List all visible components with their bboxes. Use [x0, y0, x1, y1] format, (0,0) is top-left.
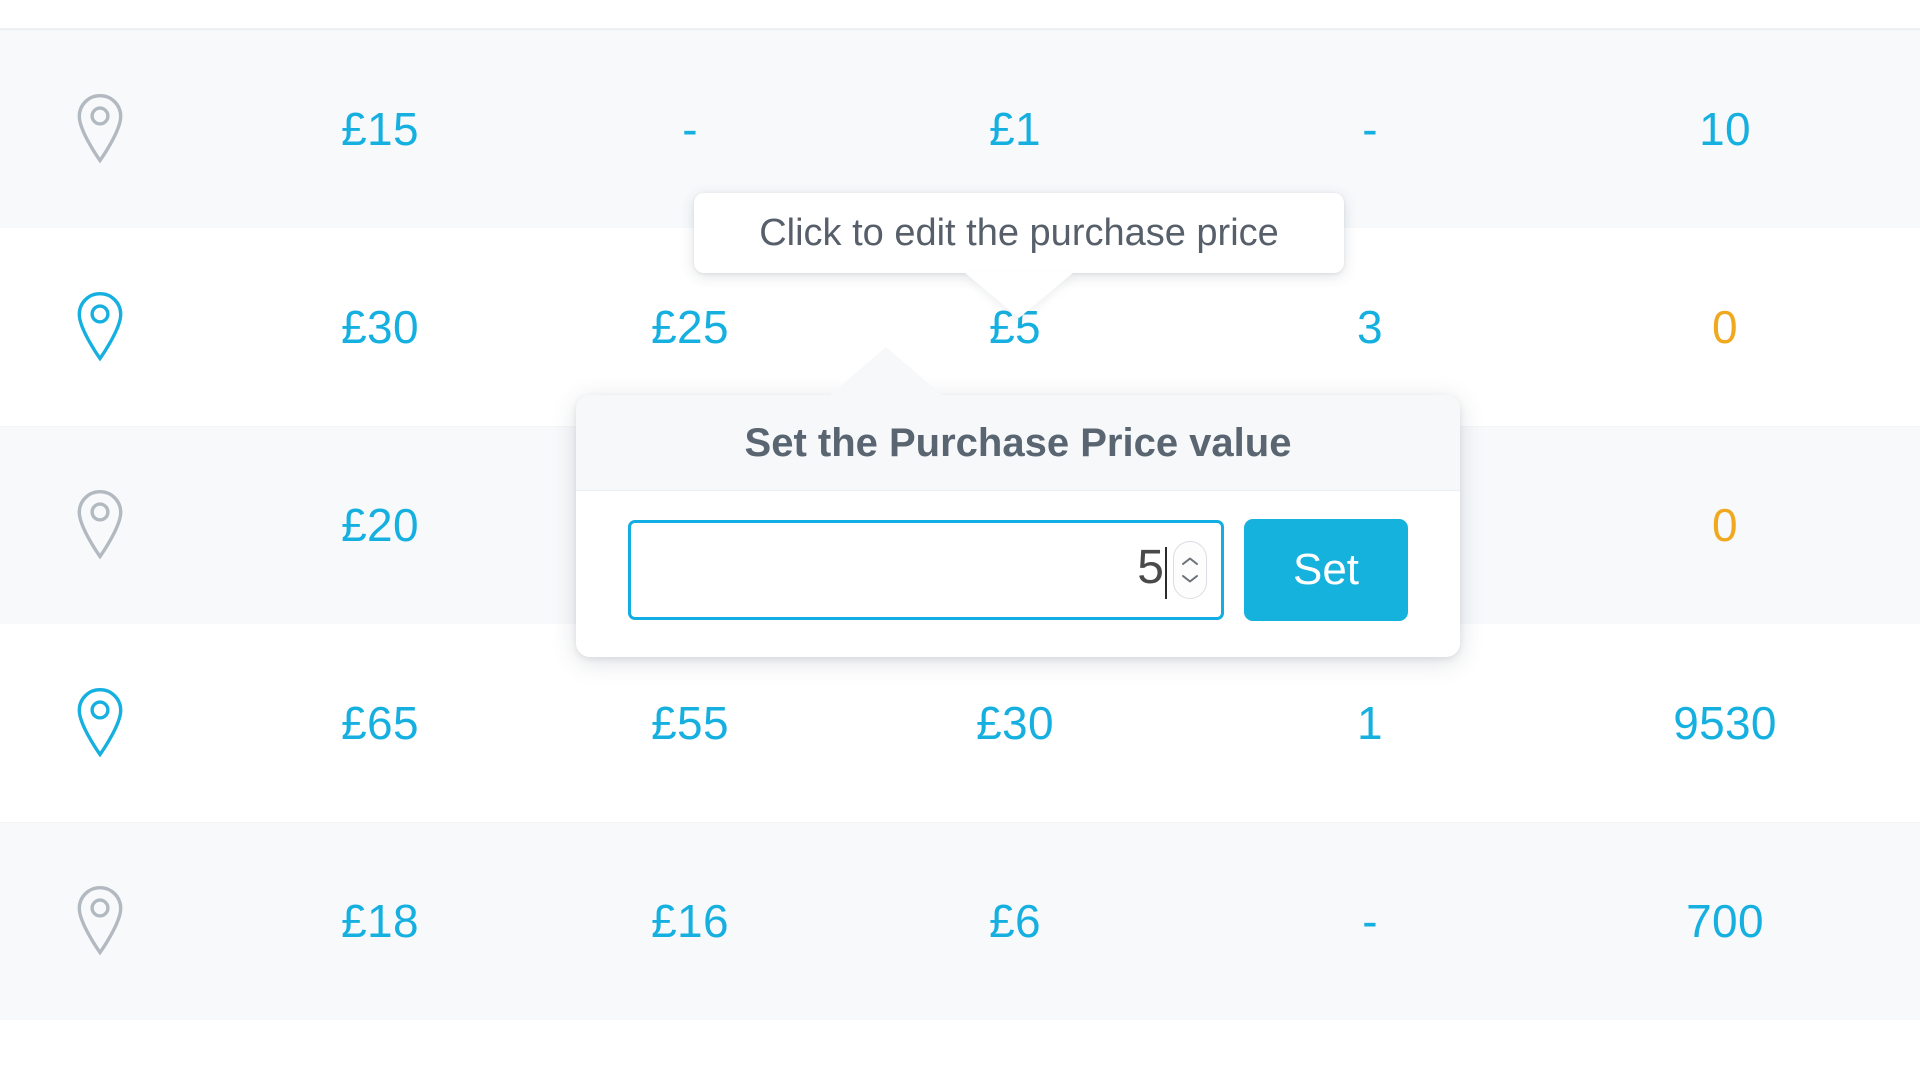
popover-arrow-icon — [830, 347, 942, 395]
popover-title: Set the Purchase Price value — [744, 421, 1292, 465]
cell-quantity[interactable]: 0 — [1530, 300, 1920, 354]
cell-purchase-price[interactable]: £30 — [820, 696, 1210, 750]
cell-quantity[interactable]: 10 — [1530, 102, 1920, 156]
number-stepper[interactable] — [1173, 541, 1207, 599]
purchase-price-input-value: 5 — [1137, 540, 1164, 594]
row-pin-cell[interactable] — [0, 93, 200, 165]
cell-col2[interactable]: £16 — [560, 894, 820, 948]
row-pin-cell[interactable] — [0, 489, 200, 561]
map-pin-icon[interactable] — [73, 93, 127, 165]
map-pin-icon[interactable] — [73, 291, 127, 363]
cell-col2[interactable]: £55 — [560, 696, 820, 750]
cell-col4[interactable]: - — [1210, 102, 1530, 156]
set-button[interactable]: Set — [1244, 519, 1408, 621]
cell-sale-price[interactable]: £20 — [200, 498, 560, 552]
popover-header: Set the Purchase Price value — [576, 395, 1460, 491]
chevron-down-icon — [1182, 575, 1198, 583]
table-top-divider — [0, 0, 1920, 30]
text-cursor — [1165, 547, 1167, 600]
purchase-price-table-screen: £15 - £1 - 10 £30 £25 £5 3 0 £20 0 £65 £… — [0, 0, 1920, 1080]
cell-col2[interactable]: £25 — [560, 300, 820, 354]
purchase-price-input-value-wrap: 5 — [1137, 540, 1167, 600]
table-row[interactable]: £18 £16 £6 - 700 — [0, 822, 1920, 1020]
cell-sale-price[interactable]: £15 — [200, 102, 560, 156]
cell-sale-price[interactable]: £65 — [200, 696, 560, 750]
tooltip-arrow-icon — [964, 272, 1074, 318]
cell-sale-price[interactable]: £30 — [200, 300, 560, 354]
cell-col4[interactable]: 3 — [1210, 300, 1530, 354]
cell-col4[interactable]: 1 — [1210, 696, 1530, 750]
cell-purchase-price[interactable]: £6 — [820, 894, 1210, 948]
map-pin-icon[interactable] — [73, 489, 127, 561]
row-pin-cell[interactable] — [0, 885, 200, 957]
cell-quantity[interactable]: 0 — [1530, 498, 1920, 552]
cell-purchase-price[interactable]: £1 — [820, 102, 1210, 156]
cell-quantity[interactable]: 9530 — [1530, 696, 1920, 750]
popover-body: 5 Set — [576, 491, 1460, 657]
set-purchase-price-popover: Set the Purchase Price value 5 Set — [576, 347, 1460, 657]
cell-col2[interactable]: - — [560, 102, 820, 156]
tooltip-text: Click to edit the purchase price — [759, 211, 1279, 254]
cell-sale-price[interactable]: £18 — [200, 894, 560, 948]
chevron-up-icon — [1182, 557, 1198, 565]
purchase-price-input[interactable]: 5 — [628, 520, 1224, 620]
cell-quantity[interactable]: 700 — [1530, 894, 1920, 948]
row-pin-cell[interactable] — [0, 291, 200, 363]
map-pin-icon[interactable] — [73, 885, 127, 957]
map-pin-icon[interactable] — [73, 687, 127, 759]
row-pin-cell[interactable] — [0, 687, 200, 759]
cell-col4[interactable]: - — [1210, 894, 1530, 948]
purchase-price-tooltip: Click to edit the purchase price — [694, 193, 1344, 318]
